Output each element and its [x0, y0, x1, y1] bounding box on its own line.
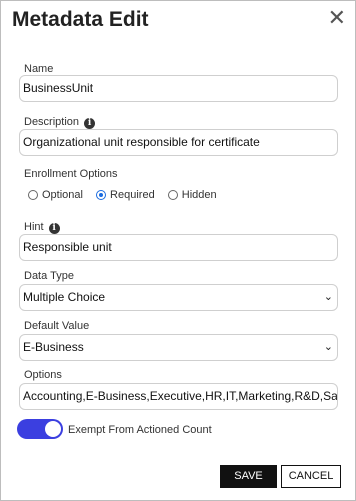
chevron-down-icon: ⌄ [323, 291, 333, 303]
default-value-label: Default Value [24, 320, 90, 332]
default-value-select[interactable]: E-Business ⌄ [19, 334, 338, 361]
metadata-edit-dialog: Metadata Edit ✕ Name BusinessUnit Descri… [0, 0, 356, 501]
enrollment-options-label: Enrollment Options [24, 168, 118, 180]
save-button[interactable]: SAVE [220, 465, 277, 488]
options-field[interactable]: Accounting,E-Business,Executive,HR,IT,Ma… [19, 383, 338, 410]
radio-hidden[interactable]: Hidden [167, 189, 217, 201]
data-type-select[interactable]: Multiple Choice ⌄ [19, 284, 338, 311]
name-label: Name [24, 63, 54, 75]
options-label: Options [24, 369, 62, 381]
chevron-down-icon: ⌄ [323, 341, 333, 353]
description-label: Description [24, 116, 80, 128]
data-type-value: Multiple Choice [23, 290, 106, 304]
radio-optional-label: Optional [42, 189, 83, 201]
hint-field[interactable]: Responsible unit [19, 234, 338, 261]
info-icon[interactable]: i [48, 223, 60, 234]
hint-label: Hint [24, 221, 44, 233]
description-field[interactable]: Organizational unit responsible for cert… [19, 129, 338, 156]
radio-hidden-label: Hidden [181, 189, 217, 201]
exempt-label: Exempt From Actioned Count [68, 424, 212, 436]
info-icon[interactable]: i [84, 118, 96, 129]
radio-optional[interactable]: Optional [28, 189, 83, 201]
data-type-label: Data Type [24, 270, 74, 282]
radio-circle-selected[interactable] [96, 190, 107, 200]
name-field[interactable]: BusinessUnit [19, 75, 338, 102]
description-label-row: Description i [24, 116, 96, 129]
enrollment-radio-group: Optional Required Hidden [28, 189, 227, 203]
dialog-title: Metadata Edit [12, 8, 149, 31]
radio-required-label: Required [110, 189, 155, 201]
exempt-toggle[interactable] [17, 419, 63, 439]
cancel-button[interactable]: CANCEL [281, 465, 341, 488]
hint-label-row: Hint i [24, 221, 60, 234]
close-icon[interactable]: ✕ [328, 7, 346, 29]
radio-circle[interactable] [167, 190, 178, 200]
default-value-value: E-Business [23, 340, 84, 354]
radio-required[interactable]: Required [96, 189, 155, 201]
toggle-knob [45, 421, 61, 437]
radio-circle[interactable] [28, 190, 38, 200]
